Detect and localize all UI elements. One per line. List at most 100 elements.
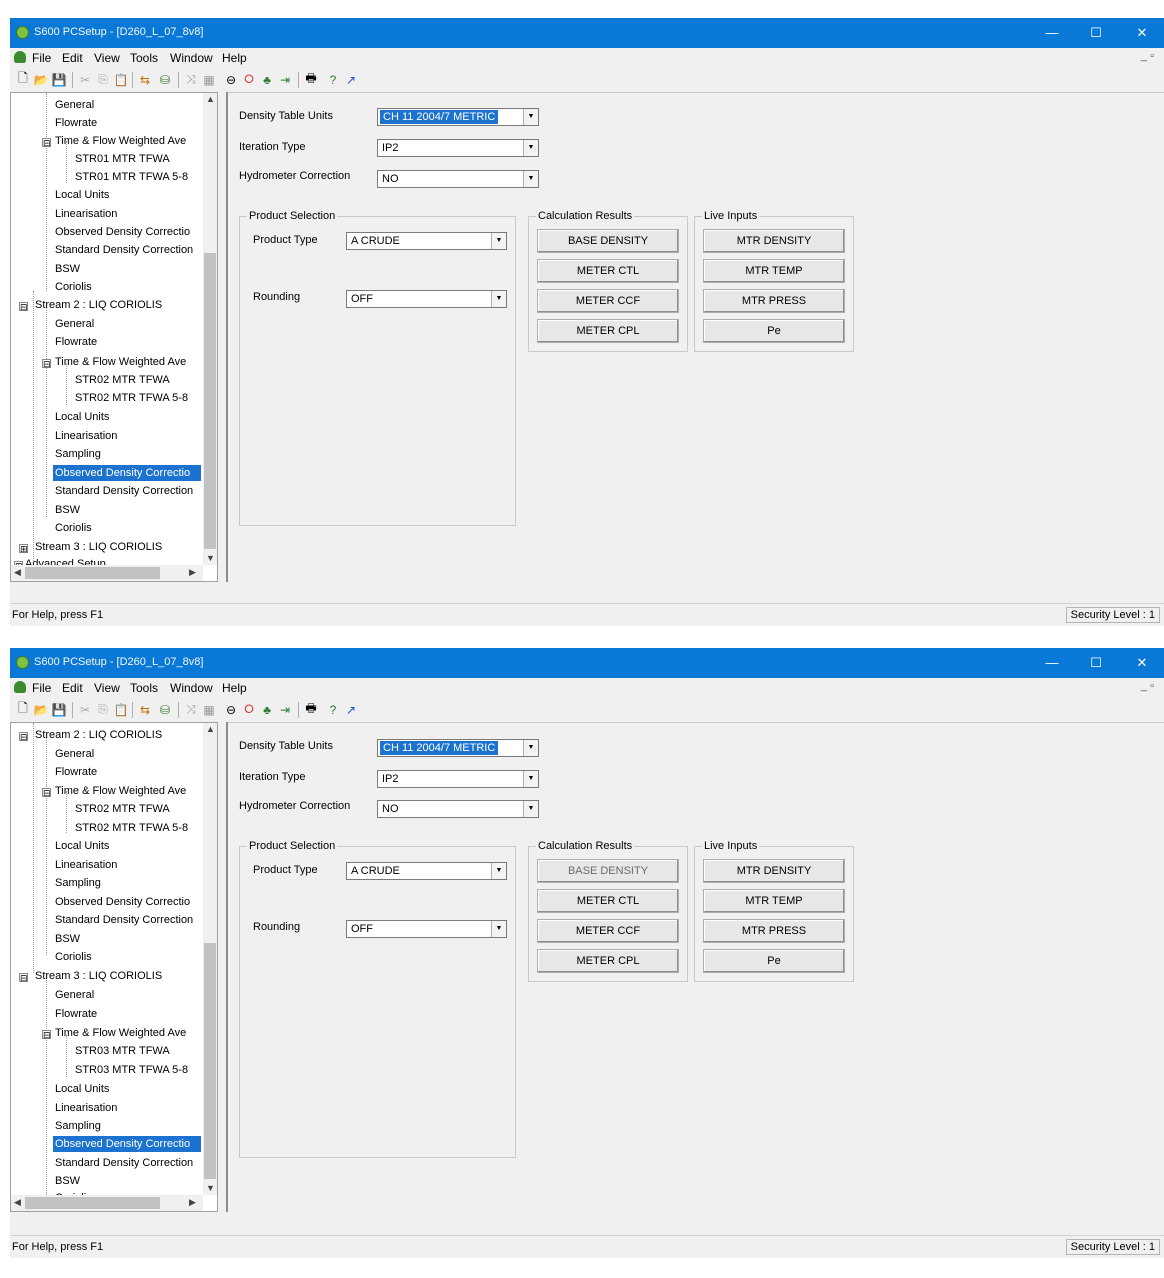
tree-item-standard-density[interactable]: Standard Density Correction [55,912,193,928]
tree-item-flowrate[interactable]: Flowrate [55,115,97,131]
hydrometer-correction-select[interactable]: NO ▼ [377,800,539,818]
tree-horizontal-scrollbar[interactable]: ◀ ▶ [11,565,203,581]
pe-button[interactable]: Pe [703,949,845,973]
maximize-button[interactable]: ☐ [1074,21,1118,45]
scrollbar-thumb[interactable] [25,567,160,579]
transfer-icon[interactable]: ⛁ [156,71,174,88]
tree-item-linearisation[interactable]: Linearisation [55,857,117,873]
collapse-icon[interactable]: ⊟ [19,732,28,742]
iteration-type-select[interactable]: IP2 ▼ [377,139,539,157]
tree-item-bsw[interactable]: BSW [55,261,80,277]
new-icon[interactable]: 🗋 [14,71,32,88]
meter-ccf-button[interactable]: METER CCF [537,289,679,313]
collapse-icon[interactable]: ⊟ [42,788,51,798]
scroll-right-icon[interactable]: ▶ [189,567,196,578]
menu-tools[interactable]: Tools [130,681,158,695]
tree-item-standard-density[interactable]: Standard Density Correction [55,483,193,499]
document-icon[interactable] [14,681,26,693]
grid-icon[interactable]: ▦ [200,701,218,718]
tree-item-general[interactable]: General [55,316,94,332]
tree-item-str01-tfwa[interactable]: STR01 MTR TFWA [75,151,170,167]
tree-item-observed-density[interactable]: Observed Density Correctio [55,894,190,910]
collapse-icon[interactable]: ⊟ [19,302,28,312]
print-icon[interactable]: 🖶 [302,701,320,718]
tree-horizontal-scrollbar[interactable]: ◀ ▶ [11,1195,203,1211]
stop-icon[interactable]: ⭘ [240,701,258,718]
step-icon[interactable]: ⇥ [276,701,294,718]
step-icon[interactable]: ⇥ [276,71,294,88]
tree-item-sampling[interactable]: Sampling [55,446,101,462]
density-table-units-select[interactable]: CH 11 2004/7 METRIC ▼ [377,739,539,757]
hydrometer-correction-select[interactable]: NO ▼ [377,170,539,188]
dropdown-arrow-icon[interactable]: ▼ [523,771,538,787]
mdi-controls[interactable]: _ ▫ [1141,50,1154,62]
mtr-temp-button[interactable]: MTR TEMP [703,889,845,913]
tree-item-tfwa[interactable]: Time & Flow Weighted Ave [55,1025,186,1041]
tree-item-local-units[interactable]: Local Units [55,187,109,203]
close-button[interactable]: ✕ [1120,651,1164,675]
new-icon[interactable]: 🗋 [14,701,32,718]
open-icon[interactable]: 📂 [32,71,50,88]
dropdown-arrow-icon[interactable]: ▼ [491,233,506,249]
scrollbar-thumb[interactable] [204,943,216,1179]
pane-splitter[interactable] [218,92,228,582]
grid-icon[interactable]: ▦ [200,71,218,88]
paste-icon[interactable]: 📋 [112,71,130,88]
loop-icon[interactable]: ⊖ [222,701,240,718]
cut-icon[interactable]: ✂ [76,701,94,718]
save-icon[interactable]: 💾 [50,71,68,88]
context-help-icon[interactable]: ↗ [342,701,360,718]
tree-item-local-units[interactable]: Local Units [55,409,109,425]
scroll-up-icon[interactable]: ▲ [206,724,215,734]
tree-item-observed-density[interactable]: Observed Density Correctio [55,224,190,240]
paste-icon[interactable]: 📋 [112,701,130,718]
menu-file[interactable]: File [32,51,51,65]
tree-item-tfwa[interactable]: Time & Flow Weighted Ave [55,783,186,799]
menu-help[interactable]: Help [222,51,247,65]
tree-item-str03-tfwa[interactable]: STR03 MTR TFWA [75,1043,170,1059]
mtr-density-button[interactable]: MTR DENSITY [703,859,845,883]
tree-item-standard-density[interactable]: Standard Density Correction [55,1155,193,1171]
tree-item-bsw[interactable]: BSW [55,1173,80,1189]
scroll-up-icon[interactable]: ▲ [206,94,215,104]
scroll-down-icon[interactable]: ▼ [206,1183,215,1193]
meter-ctl-button[interactable]: METER CTL [537,889,679,913]
tree-item-str02-tfwa-5-8[interactable]: STR02 MTR TFWA 5-8 [75,820,188,836]
collapse-icon[interactable]: ⊟ [19,973,28,983]
stop-icon[interactable]: ⭘ [240,71,258,88]
iteration-type-select[interactable]: IP2 ▼ [377,770,539,788]
tree-item-tfwa[interactable]: Time & Flow Weighted Ave [55,354,186,370]
close-button[interactable]: ✕ [1120,21,1164,45]
tree-item-observed-density-selected[interactable]: Observed Density Correctio [53,1136,201,1152]
meter-ctl-button[interactable]: METER CTL [537,259,679,283]
tree-item-flowrate[interactable]: Flowrate [55,334,97,350]
pe-button[interactable]: Pe [703,319,845,343]
tree-item-stream-2[interactable]: Stream 2 : LIQ CORIOLIS [35,727,162,743]
connect-icon[interactable]: ⇆ [136,701,154,718]
tree-item-bsw[interactable]: BSW [55,931,80,947]
transfer-icon[interactable]: ⛁ [156,701,174,718]
tree-item-general[interactable]: General [55,746,94,762]
loop-icon[interactable]: ⊖ [222,71,240,88]
dropdown-arrow-icon[interactable]: ▼ [491,291,506,307]
open-icon[interactable]: 📂 [32,701,50,718]
density-table-units-select[interactable]: CH 11 2004/7 METRIC ▼ [377,108,539,126]
collapse-icon[interactable]: ⊟ [42,138,51,148]
scrollbar-thumb[interactable] [204,253,216,549]
menu-file[interactable]: File [32,681,51,695]
tree-vertical-scrollbar[interactable]: ▲ ▼ [203,93,217,565]
tree-item-stream-3[interactable]: Stream 3 : LIQ CORIOLIS [35,539,162,555]
collapse-icon[interactable]: ⊟ [42,359,51,369]
title-bar[interactable]: S600 PCSetup - [D260_L_07_8v8] — ☐ ✕ [10,18,1164,48]
meter-cpl-button[interactable]: METER CPL [537,319,679,343]
tree-item-sampling[interactable]: Sampling [55,875,101,891]
menu-help[interactable]: Help [222,681,247,695]
tree-item-coriolis[interactable]: Coriolis [55,520,92,536]
dropdown-arrow-icon[interactable]: ▼ [523,140,538,156]
tree-item-str01-tfwa-5-8[interactable]: STR01 MTR TFWA 5-8 [75,169,188,185]
tree-item-tfwa[interactable]: Time & Flow Weighted Ave [55,133,186,149]
scroll-down-icon[interactable]: ▼ [206,553,215,563]
scroll-right-icon[interactable]: ▶ [189,1197,196,1208]
base-density-button[interactable]: BASE DENSITY [537,859,679,883]
menu-tools[interactable]: Tools [130,51,158,65]
